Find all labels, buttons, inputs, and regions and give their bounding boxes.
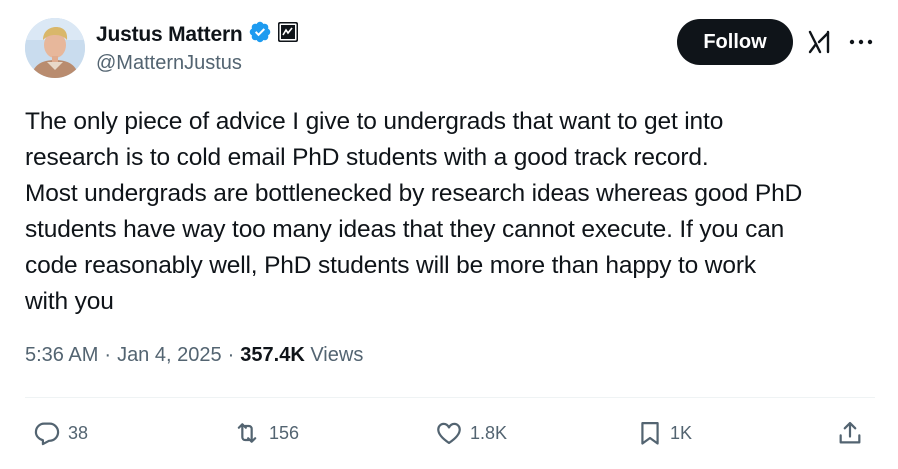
author-display-name[interactable]: Justus Mattern: [96, 23, 243, 47]
tweet-meta: 5:36 AM · Jan 4, 2025 · 357.4K Views: [25, 344, 363, 367]
retweet-count: 156: [269, 422, 300, 443]
affiliate-badge-icon[interactable]: [277, 21, 299, 48]
divider: [25, 397, 875, 398]
tweet-date[interactable]: Jan 4, 2025: [117, 344, 222, 367]
author-handle[interactable]: @MatternJustus: [96, 52, 242, 75]
tweet-time[interactable]: 5:36 AM: [25, 344, 98, 367]
views-label: Views: [310, 344, 364, 366]
tweet-paragraph: Most undergrads are bottlenecked by rese…: [25, 180, 803, 315]
avatar[interactable]: [25, 18, 85, 78]
follow-button[interactable]: Follow: [677, 19, 793, 65]
like-count: 1.8K: [470, 422, 508, 443]
tweet-text: The only piece of advice I give to under…: [25, 104, 885, 320]
tweet-paragraph: The only piece of advice I give to under…: [25, 108, 724, 171]
heart-icon: [434, 419, 464, 447]
author-name-row: Justus Mattern: [96, 20, 299, 49]
share-icon: [836, 419, 864, 447]
like-button[interactable]: 1.8K: [434, 418, 507, 448]
reply-button[interactable]: 38: [32, 418, 88, 448]
retweet-icon: [231, 419, 263, 447]
share-button[interactable]: [836, 418, 864, 448]
verified-badge-icon[interactable]: [248, 20, 272, 49]
grok-icon[interactable]: [806, 28, 834, 56]
views-count: 357.4K: [240, 344, 305, 366]
avatar-image: [25, 18, 85, 78]
bookmark-button[interactable]: 1K: [636, 418, 692, 448]
more-options-icon[interactable]: [848, 31, 874, 53]
reply-count: 38: [68, 422, 89, 443]
bookmark-count: 1K: [670, 422, 693, 443]
meta-separator: ·: [227, 344, 235, 366]
meta-separator: ·: [104, 344, 112, 366]
bookmark-icon: [636, 418, 664, 448]
reply-icon: [32, 419, 62, 447]
retweet-button[interactable]: 156: [231, 418, 299, 448]
